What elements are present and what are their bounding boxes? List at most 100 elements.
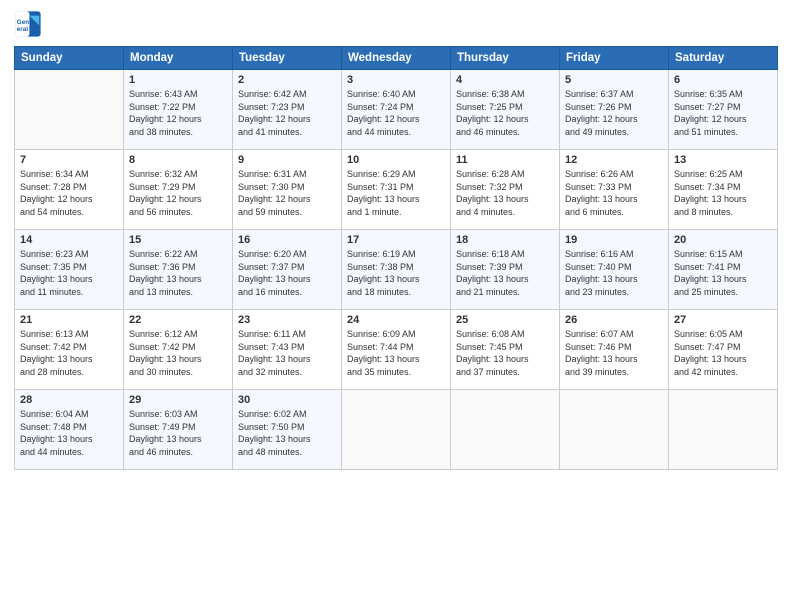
calendar-cell: 16 Sunrise: 6:20 AM Sunset: 7:37 PM Dayli…: [233, 230, 342, 310]
calendar-cell: 2 Sunrise: 6:42 AM Sunset: 7:23 PM Daylig…: [233, 70, 342, 150]
day-number: 1: [129, 74, 227, 86]
day-number: 23: [238, 314, 336, 326]
calendar-row: 1 Sunrise: 6:43 AM Sunset: 7:22 PM Daylig…: [15, 70, 778, 150]
day-info: Sunrise: 6:05 AM Sunset: 7:47 PM Dayligh…: [674, 328, 772, 378]
header: Gen eral: [14, 10, 778, 38]
day-info: Sunrise: 6:31 AM Sunset: 7:30 PM Dayligh…: [238, 168, 336, 218]
calendar-row: 28Sunrise: 6:04 AM Sunset: 7:48 PM Dayli…: [15, 390, 778, 470]
day-number: 22: [129, 314, 227, 326]
logo: Gen eral: [14, 10, 46, 38]
calendar-cell: 24Sunrise: 6:09 AM Sunset: 7:44 PM Dayli…: [342, 310, 451, 390]
weekday-header: Sunday: [15, 47, 124, 70]
calendar-cell: 23 Sunrise: 6:11 AM Sunset: 7:43 PM Dayli…: [233, 310, 342, 390]
calendar-cell: 15 Sunrise: 6:22 AM Sunset: 7:36 PM Dayli…: [124, 230, 233, 310]
weekday-header: Friday: [560, 47, 669, 70]
day-info: Sunrise: 6:12 AM Sunset: 7:42 PM Dayligh…: [129, 328, 227, 378]
day-number: 2: [238, 74, 336, 86]
day-number: 7: [20, 154, 118, 166]
day-info: Sunrise: 6:18 AM Sunset: 7:39 PM Dayligh…: [456, 248, 554, 298]
calendar-cell: 22 Sunrise: 6:12 AM Sunset: 7:42 PM Dayli…: [124, 310, 233, 390]
day-number: 16: [238, 234, 336, 246]
day-info: Sunrise: 6:09 AM Sunset: 7:44 PM Dayligh…: [347, 328, 445, 378]
day-info: Sunrise: 6:22 AM Sunset: 7:36 PM Dayligh…: [129, 248, 227, 298]
day-number: 17: [347, 234, 445, 246]
weekday-header: Saturday: [669, 47, 778, 70]
calendar-cell: 1 Sunrise: 6:43 AM Sunset: 7:22 PM Daylig…: [124, 70, 233, 150]
day-number: 19: [565, 234, 663, 246]
day-number: 21: [20, 314, 118, 326]
day-info: Sunrise: 6:35 AM Sunset: 7:27 PM Dayligh…: [674, 88, 772, 138]
day-info: Sunrise: 6:02 AM Sunset: 7:50 PM Dayligh…: [238, 408, 336, 458]
calendar-cell: 25 Sunrise: 6:08 AM Sunset: 7:45 PM Dayli…: [451, 310, 560, 390]
day-number: 29: [129, 394, 227, 406]
calendar-cell: 27 Sunrise: 6:05 AM Sunset: 7:47 PM Dayli…: [669, 310, 778, 390]
day-info: Sunrise: 6:37 AM Sunset: 7:26 PM Dayligh…: [565, 88, 663, 138]
day-info: Sunrise: 6:20 AM Sunset: 7:37 PM Dayligh…: [238, 248, 336, 298]
day-number: 8: [129, 154, 227, 166]
weekday-header: Wednesday: [342, 47, 451, 70]
calendar-cell: 26Sunrise: 6:07 AM Sunset: 7:46 PM Dayli…: [560, 310, 669, 390]
day-number: 12: [565, 154, 663, 166]
day-info: Sunrise: 6:23 AM Sunset: 7:35 PM Dayligh…: [20, 248, 118, 298]
calendar-cell: 30 Sunrise: 6:02 AM Sunset: 7:50 PM Dayli…: [233, 390, 342, 470]
calendar-table: SundayMondayTuesdayWednesdayThursdayFrid…: [14, 46, 778, 470]
weekday-header: Thursday: [451, 47, 560, 70]
page: Gen eral SundayMondayTuesdayWednesdayThu…: [0, 0, 792, 612]
calendar-row: 21 Sunrise: 6:13 AM Sunset: 7:42 PM Dayli…: [15, 310, 778, 390]
day-info: Sunrise: 6:16 AM Sunset: 7:40 PM Dayligh…: [565, 248, 663, 298]
calendar-cell: 19 Sunrise: 6:16 AM Sunset: 7:40 PM Dayli…: [560, 230, 669, 310]
header-row: SundayMondayTuesdayWednesdayThursdayFrid…: [15, 47, 778, 70]
day-number: 9: [238, 154, 336, 166]
calendar-cell: 4 Sunrise: 6:38 AM Sunset: 7:25 PM Daylig…: [451, 70, 560, 150]
svg-text:Gen: Gen: [17, 19, 29, 26]
calendar-cell: 14 Sunrise: 6:23 AM Sunset: 7:35 PM Dayli…: [15, 230, 124, 310]
calendar-cell: [669, 390, 778, 470]
day-info: Sunrise: 6:03 AM Sunset: 7:49 PM Dayligh…: [129, 408, 227, 458]
calendar-cell: [342, 390, 451, 470]
day-info: Sunrise: 6:34 AM Sunset: 7:28 PM Dayligh…: [20, 168, 118, 218]
day-number: 20: [674, 234, 772, 246]
day-number: 3: [347, 74, 445, 86]
day-number: 5: [565, 74, 663, 86]
day-number: 25: [456, 314, 554, 326]
day-info: Sunrise: 6:42 AM Sunset: 7:23 PM Dayligh…: [238, 88, 336, 138]
day-number: 30: [238, 394, 336, 406]
calendar-cell: 8 Sunrise: 6:32 AM Sunset: 7:29 PM Daylig…: [124, 150, 233, 230]
day-info: Sunrise: 6:26 AM Sunset: 7:33 PM Dayligh…: [565, 168, 663, 218]
calendar-cell: 11 Sunrise: 6:28 AM Sunset: 7:32 PM Dayli…: [451, 150, 560, 230]
calendar-cell: 21 Sunrise: 6:13 AM Sunset: 7:42 PM Dayli…: [15, 310, 124, 390]
day-info: Sunrise: 6:07 AM Sunset: 7:46 PM Dayligh…: [565, 328, 663, 378]
day-info: Sunrise: 6:38 AM Sunset: 7:25 PM Dayligh…: [456, 88, 554, 138]
day-info: Sunrise: 6:28 AM Sunset: 7:32 PM Dayligh…: [456, 168, 554, 218]
calendar-row: 7 Sunrise: 6:34 AM Sunset: 7:28 PM Daylig…: [15, 150, 778, 230]
day-info: Sunrise: 6:19 AM Sunset: 7:38 PM Dayligh…: [347, 248, 445, 298]
day-number: 18: [456, 234, 554, 246]
day-info: Sunrise: 6:32 AM Sunset: 7:29 PM Dayligh…: [129, 168, 227, 218]
calendar-cell: 20Sunrise: 6:15 AM Sunset: 7:41 PM Dayli…: [669, 230, 778, 310]
day-info: Sunrise: 6:11 AM Sunset: 7:43 PM Dayligh…: [238, 328, 336, 378]
calendar-cell: 3 Sunrise: 6:40 AM Sunset: 7:24 PM Daylig…: [342, 70, 451, 150]
calendar-cell: 28Sunrise: 6:04 AM Sunset: 7:48 PM Dayli…: [15, 390, 124, 470]
calendar-cell: 9 Sunrise: 6:31 AM Sunset: 7:30 PM Daylig…: [233, 150, 342, 230]
svg-text:eral: eral: [17, 26, 28, 33]
day-number: 27: [674, 314, 772, 326]
day-number: 6: [674, 74, 772, 86]
day-info: Sunrise: 6:40 AM Sunset: 7:24 PM Dayligh…: [347, 88, 445, 138]
calendar-cell: [15, 70, 124, 150]
day-number: 13: [674, 154, 772, 166]
day-number: 4: [456, 74, 554, 86]
day-number: 14: [20, 234, 118, 246]
day-info: Sunrise: 6:13 AM Sunset: 7:42 PM Dayligh…: [20, 328, 118, 378]
weekday-header: Tuesday: [233, 47, 342, 70]
calendar-cell: 18 Sunrise: 6:18 AM Sunset: 7:39 PM Dayli…: [451, 230, 560, 310]
day-number: 11: [456, 154, 554, 166]
day-number: 15: [129, 234, 227, 246]
day-info: Sunrise: 6:08 AM Sunset: 7:45 PM Dayligh…: [456, 328, 554, 378]
logo-icon: Gen eral: [14, 10, 42, 38]
day-number: 10: [347, 154, 445, 166]
calendar-cell: 12 Sunrise: 6:26 AM Sunset: 7:33 PM Dayli…: [560, 150, 669, 230]
calendar-cell: 13Sunrise: 6:25 AM Sunset: 7:34 PM Dayli…: [669, 150, 778, 230]
day-info: Sunrise: 6:43 AM Sunset: 7:22 PM Dayligh…: [129, 88, 227, 138]
calendar-cell: [451, 390, 560, 470]
calendar-cell: 17 Sunrise: 6:19 AM Sunset: 7:38 PM Dayli…: [342, 230, 451, 310]
